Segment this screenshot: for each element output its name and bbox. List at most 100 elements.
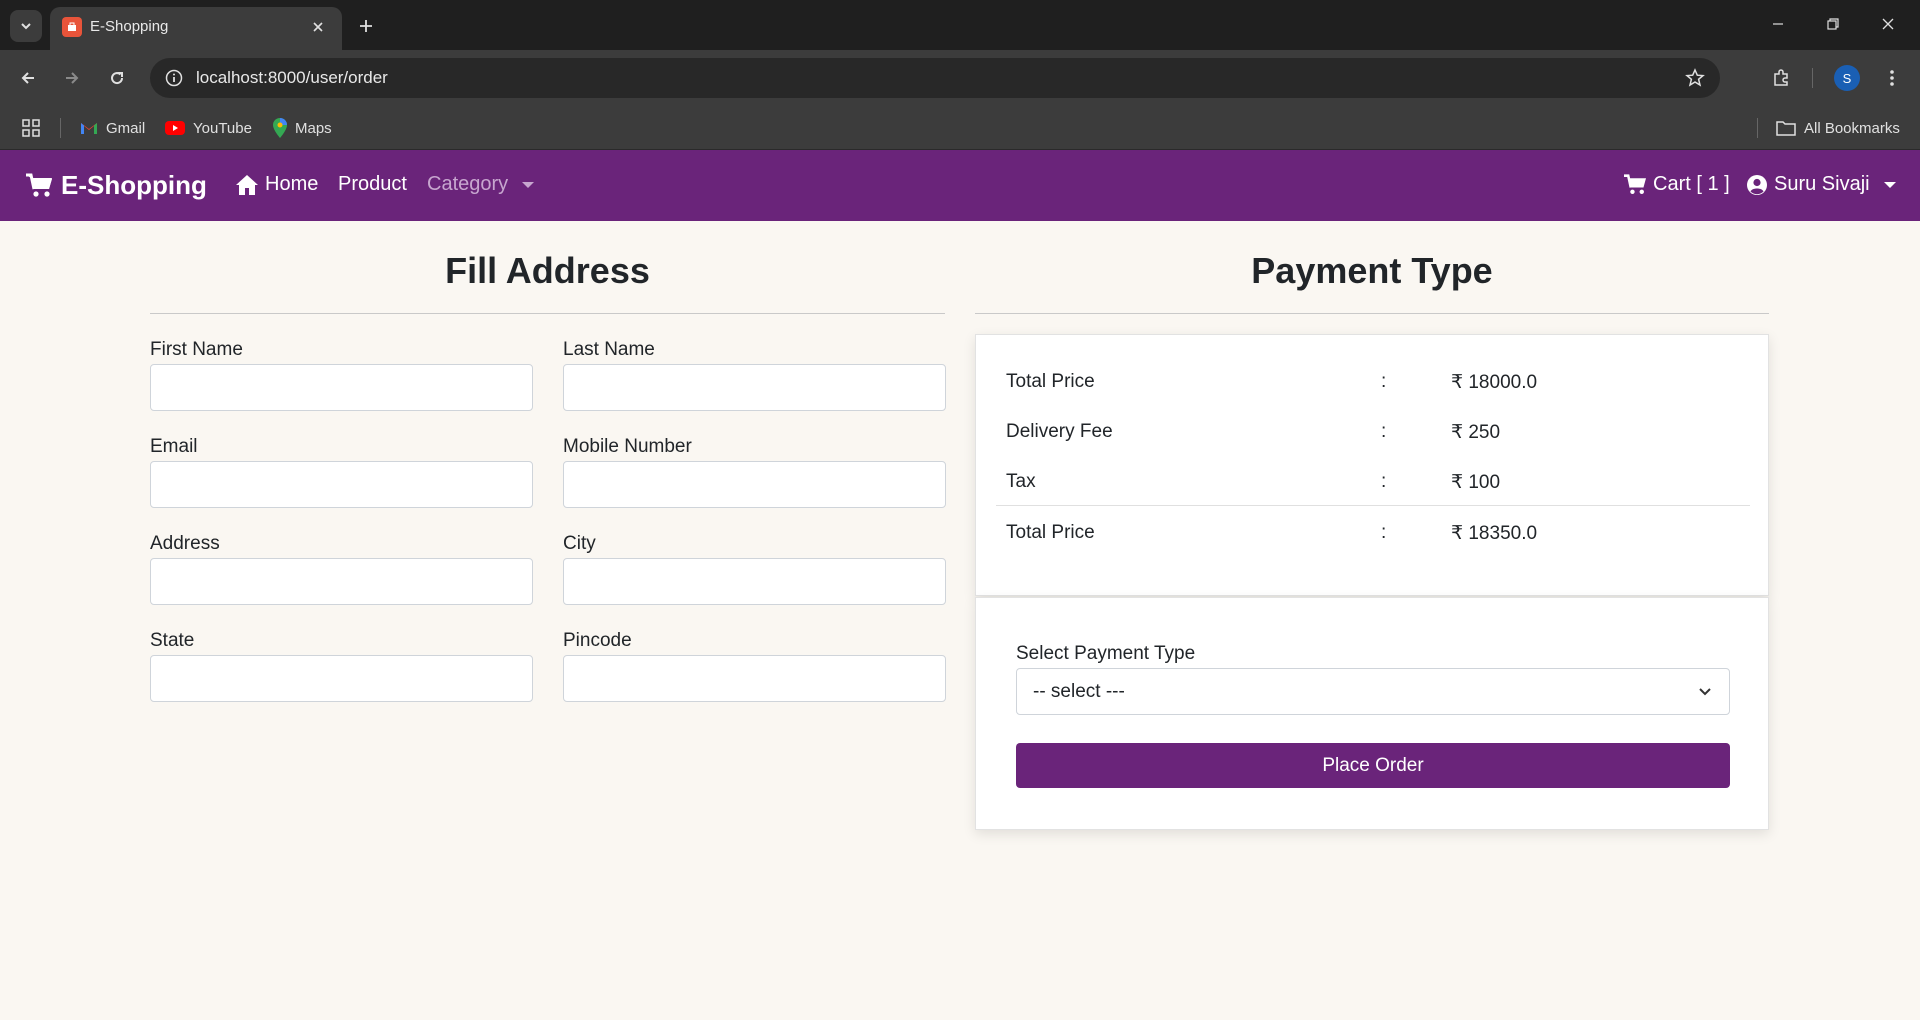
browser-menu-button[interactable] [1876,62,1908,94]
summary-value: ₹ 18000.0 [1451,372,1538,393]
summary-separator: : [1381,471,1387,492]
brand-link[interactable]: E-Shopping [25,170,207,201]
window-close-button[interactable] [1868,8,1908,40]
nav-product[interactable]: Product [338,173,407,196]
email-label: Email [150,436,198,457]
more-vertical-icon [1890,70,1894,86]
all-bookmarks-button[interactable]: All Bookmarks [1776,116,1900,140]
summary-label: Delivery Fee [1006,421,1113,442]
payment-type-select[interactable]: -- select --- [1016,668,1730,715]
nav-user-dropdown[interactable]: Suru Sivaji [1746,173,1896,196]
toolbar-divider [1812,68,1813,88]
reload-icon [111,72,124,85]
payment-type-label: Select Payment Type [1016,643,1196,664]
bookmarks-divider [60,118,61,138]
url-text[interactable]: localhost:8000/user/order [196,68,388,88]
address-title: Fill Address [445,250,650,291]
summary-value: ₹ 250 [1451,422,1501,443]
summary-label: Tax [1006,471,1036,492]
nav-product-label: Product [338,173,407,195]
summary-row-tax: Tax : ₹ 100 [1006,471,1726,501]
nav-cart[interactable]: Cart [ 1 ] [1623,173,1730,196]
site-info-icon[interactable] [164,68,184,88]
browser-tab[interactable]: E-Shopping [50,7,342,50]
payment-title-divider [975,313,1769,314]
bookmarks-divider [1757,118,1758,138]
summary-separator: : [1381,522,1387,543]
extensions-button[interactable] [1765,62,1797,94]
bookmark-label: Gmail [106,119,146,137]
apps-button[interactable] [22,116,40,140]
bookmark-label: Maps [295,119,332,137]
address-input[interactable] [150,558,533,605]
mobile-label: Mobile Number [563,436,692,457]
address-title-divider [150,313,945,314]
summary-value: ₹ 100 [1451,472,1501,493]
app-navbar: E-Shopping Home Product Category Cart [ … [0,150,1920,221]
city-input[interactable] [563,558,946,605]
payment-form-card: Select Payment Type -- select --- Place … [975,597,1769,830]
youtube-icon [165,121,185,135]
summary-label: Total Price [1006,371,1095,392]
nav-user-label: Suru Sivaji [1774,173,1870,195]
shop-favicon-icon [62,17,82,37]
restore-button[interactable] [1813,8,1853,40]
tab-search-button[interactable] [10,10,42,42]
city-label: City [563,533,596,554]
nav-home[interactable]: Home [235,173,318,196]
summary-separator: : [1381,371,1387,392]
price-summary-card: Total Price : ₹ 18000.0 Delivery Fee : ₹… [975,334,1769,596]
bookmarks-bar: Gmail YouTube Maps All Bookmarks [0,106,1920,150]
home-icon [236,174,258,195]
address-bar[interactable]: localhost:8000/user/order [150,58,1720,98]
restore-icon [1827,18,1839,30]
all-bookmarks-label: All Bookmarks [1804,119,1900,137]
caret-down-icon [1883,181,1896,188]
mobile-input[interactable] [563,461,946,508]
pincode-label: Pincode [563,630,632,651]
minimize-button[interactable] [1758,8,1798,40]
summary-divider [996,505,1750,506]
bookmark-maps[interactable]: Maps [273,116,332,140]
nav-category-dropdown[interactable]: Category [427,173,535,196]
summary-value: ₹ 18350.0 [1451,523,1538,544]
back-button[interactable] [12,62,44,94]
first-name-input[interactable] [150,364,533,411]
new-tab-button[interactable] [352,12,380,40]
bookmark-star-icon[interactable] [1684,67,1706,89]
cart-icon [26,173,52,197]
state-input[interactable] [150,655,533,702]
summary-row-total-price: Total Price : ₹ 18000.0 [1006,371,1726,401]
nav-home-label: Home [265,173,319,195]
nav-category-label: Category [427,173,509,195]
brand-name: E-Shopping [61,170,207,200]
arrow-left-icon [21,72,34,84]
folder-icon [1776,121,1796,136]
place-order-button[interactable]: Place Order [1016,743,1730,788]
pincode-input[interactable] [563,655,946,702]
last-name-label: Last Name [563,339,655,360]
summary-row-delivery-fee: Delivery Fee : ₹ 250 [1006,421,1726,451]
payment-title: Payment Type [1251,250,1493,291]
apps-grid-icon [22,119,40,137]
first-name-label: First Name [150,339,243,360]
state-label: State [150,630,195,651]
forward-button[interactable] [56,62,88,94]
browser-tabstrip: E-Shopping [0,0,1920,50]
browser-toolbar: localhost:8000/user/order S [0,50,1920,106]
profile-avatar[interactable]: S [1834,65,1860,91]
arrow-right-icon [66,72,79,84]
minimize-icon [1773,23,1783,25]
nav-cart-label: Cart [ 1 ] [1653,173,1730,195]
close-icon[interactable] [308,17,328,37]
reload-button[interactable] [101,62,133,94]
summary-row-grand-total: Total Price : ₹ 18350.0 [1006,522,1726,552]
last-name-input[interactable] [563,364,946,411]
tab-title: E-Shopping [90,18,169,35]
bookmark-gmail[interactable]: Gmail [80,116,145,140]
payment-type-value: -- select --- [1033,681,1125,702]
bookmark-youtube[interactable]: YouTube [165,116,252,140]
email-input[interactable] [150,461,533,508]
chevron-down-icon [21,23,31,30]
chevron-down-icon [1695,681,1715,701]
